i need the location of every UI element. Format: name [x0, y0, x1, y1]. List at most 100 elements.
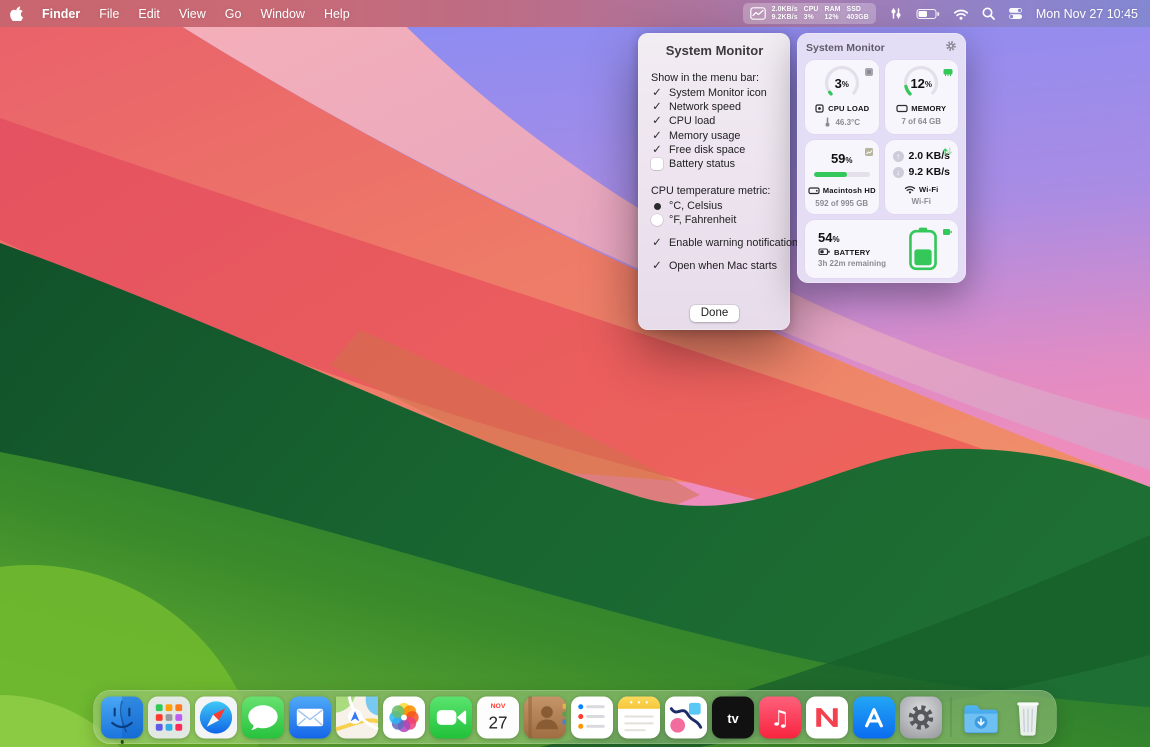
checkbox-indicator[interactable]	[651, 144, 663, 156]
desktop: Finder File Edit View Go Window Help 2.0KB/s 9…	[0, 0, 1150, 747]
checkbox-indicator[interactable]	[651, 87, 663, 99]
dock-item-reminders[interactable]	[571, 696, 614, 739]
spotlight-search-icon[interactable]	[982, 7, 995, 20]
cpu-card[interactable]: 3% CPU LOAD 46.3°C	[805, 60, 879, 134]
option-label: CPU load	[669, 115, 715, 127]
dock-item-photos[interactable]	[383, 696, 426, 739]
dock-item-settings[interactable]	[900, 696, 943, 739]
svg-text:27: 27	[488, 713, 507, 732]
dock-item-messages[interactable]	[242, 696, 285, 739]
notes-icon	[618, 696, 661, 739]
dock-item-contacts[interactable]	[524, 696, 567, 739]
checkbox-memory-usage[interactable]: Memory usage	[651, 129, 778, 143]
checkbox-battery-status[interactable]: Battery status	[651, 157, 778, 171]
menu-go[interactable]: Go	[225, 7, 242, 21]
thermometer-icon	[823, 117, 832, 127]
apple-menu-icon[interactable]	[10, 6, 23, 21]
checkbox-system-monitor-icon[interactable]: System Monitor icon	[651, 86, 778, 100]
disk-progress-bar	[814, 172, 870, 177]
control-center-icon[interactable]	[1008, 7, 1023, 20]
network-arrows-mini-icon	[942, 144, 953, 162]
downloads-icon	[960, 696, 1003, 739]
checkbox-free-disk-space[interactable]: Free disk space	[651, 143, 778, 157]
option-label: Free disk space	[669, 144, 745, 156]
dock-item-maps[interactable]	[336, 696, 379, 739]
checkbox-indicator[interactable]	[651, 115, 663, 127]
gear-icon[interactable]	[945, 39, 957, 57]
cpu-label: CPU LOAD	[814, 103, 869, 114]
menu-view[interactable]: View	[179, 7, 206, 21]
checkbox-cpu-load[interactable]: CPU load	[651, 114, 778, 128]
checkbox-indicator[interactable]	[651, 237, 663, 249]
finder-icon	[101, 696, 144, 739]
memory-card[interactable]: 12% MEMORY 7 of 64 GB	[885, 60, 959, 134]
facetime-icon	[430, 696, 473, 739]
memory-icon	[896, 103, 908, 114]
dock: NOV27 tv ♫	[94, 690, 1057, 744]
dock-item-finder[interactable]	[101, 696, 144, 739]
checkbox-open-when-mac-starts[interactable]: Open when Mac starts	[651, 259, 778, 273]
messages-icon	[242, 696, 285, 739]
menu-file[interactable]: File	[99, 7, 119, 21]
system-monitor-menu-widget[interactable]: 2.0KB/s 9.2KB/s CPU 3% RAM 12% SSD 403GB	[743, 3, 876, 24]
maps-icon	[336, 696, 379, 739]
utility-sliders-icon[interactable]	[889, 7, 903, 20]
checkbox-indicator[interactable]	[651, 101, 663, 113]
cpu-icon	[814, 103, 825, 114]
reminders-icon	[571, 696, 614, 739]
widget-network-speeds: 2.0KB/s 9.2KB/s	[772, 6, 798, 21]
menu-help[interactable]: Help	[324, 7, 350, 21]
dock-item-notes[interactable]	[618, 696, 661, 739]
option-label: °C, Celsius	[669, 200, 723, 212]
dock-item-music[interactable]: ♫	[759, 696, 802, 739]
checkbox-indicator[interactable]	[651, 260, 663, 272]
dock-item-safari[interactable]	[195, 696, 238, 739]
system-monitor-popover: System Monitor 3% CPU LO	[797, 33, 966, 283]
menu-finder[interactable]: Finder	[42, 7, 80, 21]
battery-card[interactable]: 54% BATTERY 3h 22m remaining	[805, 220, 958, 278]
network-card[interactable]: ↑ 2.0 KB/s ↓ 9.2 KB/s Wi-Fi Wi-Fi	[885, 140, 959, 214]
widget-ssd: SSD 403GB	[847, 6, 869, 21]
dock-item-freeform[interactable]	[665, 696, 708, 739]
radio-f-fahrenheit[interactable]: °F, Fahrenheit	[651, 213, 778, 227]
done-button[interactable]: Done	[690, 305, 740, 322]
system-monitor-settings-dialog: System Monitor Show in the menu bar: Sys…	[638, 33, 790, 330]
music-icon: ♫	[759, 696, 802, 739]
checkbox-network-speed[interactable]: Network speed	[651, 100, 778, 114]
dock-item-news[interactable]	[806, 696, 849, 739]
disk-card[interactable]: 59% Macintosh HD 592 of 995 GB	[805, 140, 879, 214]
svg-text:♫: ♫	[770, 706, 789, 731]
contacts-icon	[524, 696, 567, 739]
disk-mini-icon	[864, 144, 874, 162]
battery-illustration	[907, 226, 939, 272]
disk-percent: 59%	[831, 151, 853, 166]
dock-item-launchpad[interactable]	[148, 696, 191, 739]
svg-text:tv: tv	[727, 711, 738, 725]
menu-edit[interactable]: Edit	[138, 7, 160, 21]
radio-indicator[interactable]	[651, 200, 663, 212]
wifi-icon[interactable]	[953, 8, 969, 20]
dock-item-tv[interactable]: tv	[712, 696, 755, 739]
dock-item-calendar[interactable]: NOV27	[477, 696, 520, 739]
popover-title: System Monitor	[806, 42, 885, 54]
menu-bar-clock[interactable]: Mon Nov 27 10:45	[1036, 7, 1138, 21]
dock-item-mail[interactable]	[289, 696, 332, 739]
cpu-chip-mini-icon	[864, 64, 874, 82]
radio-indicator[interactable]	[651, 214, 663, 226]
dock-item-facetime[interactable]	[430, 696, 473, 739]
dock-item-downloads[interactable]	[960, 696, 1003, 739]
checkbox-indicator[interactable]	[651, 130, 663, 142]
trash-icon	[1007, 696, 1050, 739]
dock-item-appstore[interactable]	[853, 696, 896, 739]
menu-window[interactable]: Window	[260, 7, 304, 21]
battery-status-icon[interactable]	[916, 8, 940, 20]
checkbox-indicator[interactable]	[651, 158, 663, 170]
menu-bar-section-label: Show in the menu bar:	[651, 72, 778, 84]
option-label: Enable warning notifications	[669, 237, 803, 249]
radio-c-celsius[interactable]: °C, Celsius	[651, 199, 778, 213]
dock-item-trash[interactable]	[1007, 696, 1050, 739]
checkbox-enable-warning-notifications[interactable]: Enable warning notifications	[651, 236, 778, 250]
dialog-title: System Monitor	[651, 43, 778, 58]
battery-label: BATTERY	[818, 247, 870, 257]
cpu-percent: 3%	[822, 63, 862, 103]
